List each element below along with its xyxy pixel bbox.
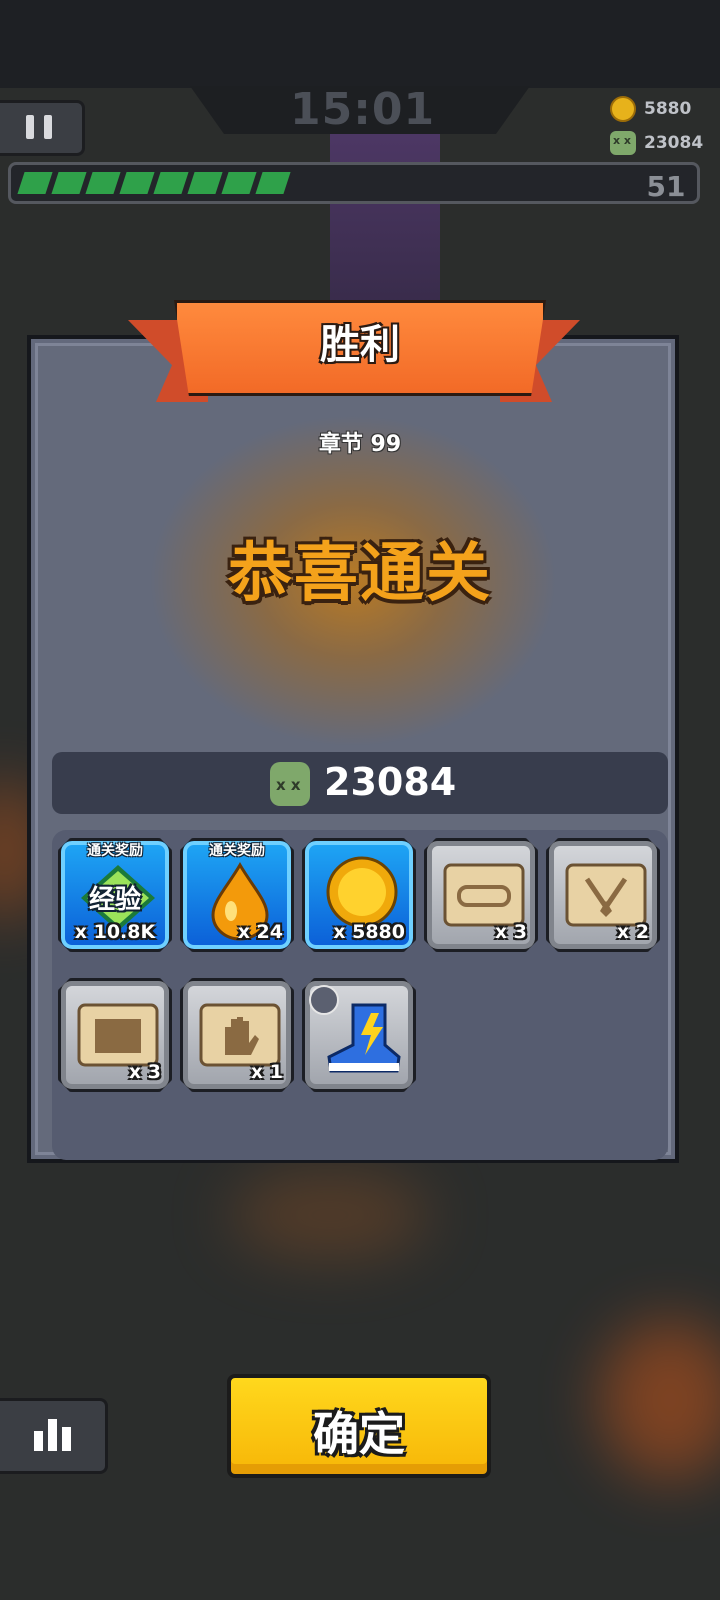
pause-button[interactable] [0,100,85,156]
confirm-label: 确定 [313,1407,405,1461]
kill-value: 23084 [644,133,704,153]
kill-skull-icon [610,131,636,155]
reward-quantity: x 5880 [333,921,405,943]
reward-tag: 通关奖励 [209,843,265,859]
lightning-boots-icon [323,999,403,1079]
gold-coin-icon [610,96,636,122]
kill-summary-value: 23084 [324,760,457,804]
confirm-button[interactable]: 确定 [227,1374,491,1478]
kill-counter: 23084 [610,128,703,158]
gold-counter: 5880 [610,94,691,124]
stats-button[interactable] [0,1398,108,1474]
xp-segment [17,172,53,194]
exp-label: 经验 [88,885,141,915]
reward-quantity: x 3 [494,921,527,943]
reward-quantity: x 3 [128,1061,161,1083]
xp-segment [221,172,257,194]
chapter-label: 章节 99 [318,432,402,457]
reward-slot-glove-scroll[interactable]: x 1 [180,978,294,1092]
xp-segment [119,172,155,194]
xp-segment [85,172,121,194]
gold-value: 5880 [644,99,692,119]
pause-icon [44,115,52,139]
reward-slot-boots[interactable] [302,978,416,1092]
pause-icon [26,115,34,139]
reward-slot-exp[interactable]: 通关奖励 经验 x 10.8K [58,838,172,952]
reward-slot-belt-scroll[interactable]: x 3 [424,838,538,952]
reward-quantity: x 24 [237,921,283,943]
top-bar [0,0,720,88]
kill-summary: 23084 [52,752,668,814]
xp-segment [255,172,291,194]
xp-segment [153,172,189,194]
kill-skull-icon [270,762,310,806]
background-explosion [600,1320,720,1480]
congrats-headline: 恭喜通关 [228,537,492,611]
dialog-title: 胜利 [320,322,400,368]
background-beam [330,120,440,320]
reward-slot-gold[interactable]: x 5880 [302,838,416,952]
reward-quantity: x 1 [250,1061,283,1083]
player-level: 51 [646,170,686,203]
reward-tag: 通关奖励 [87,843,143,859]
xp-segment [51,172,87,194]
reward-slot-oil[interactable]: 通关奖励 x 24 [180,838,294,952]
gold-coin-icon [325,855,399,929]
reward-slot-necklace-scroll[interactable]: x 2 [546,838,660,952]
xp-segment [187,172,223,194]
background-explosion [230,1170,430,1260]
reward-slot-armor-scroll[interactable]: x 3 [58,978,172,1092]
reward-quantity: x 10.8K [74,921,156,943]
reward-quantity: x 2 [616,921,649,943]
experience-bar [8,162,700,204]
game-timer: 15:01 [290,84,436,135]
